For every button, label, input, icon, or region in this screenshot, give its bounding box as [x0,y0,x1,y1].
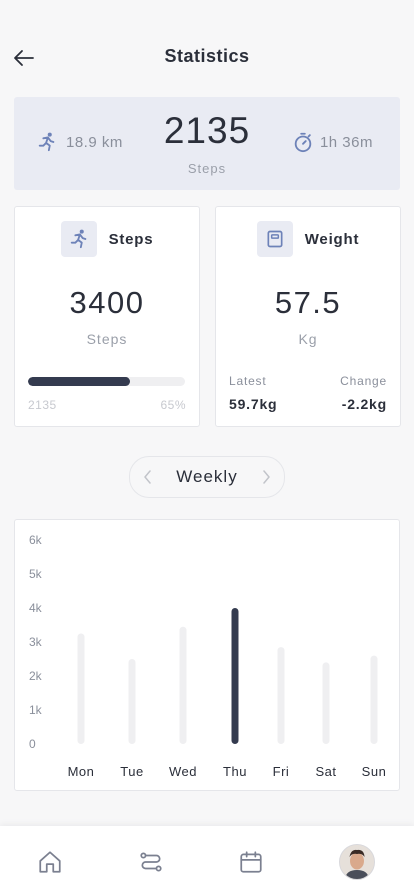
scale-icon [267,230,283,248]
tab-calendar[interactable] [231,842,271,882]
summary-steps-label: Steps [187,161,227,176]
avatar [339,844,375,880]
weekly-steps-chart-card: 0 1k 2k 3k 4k 5k 6k Mon Tue Wed Thu Fri Sat Sun [14,519,400,791]
x-tick-label: Sat [315,764,336,779]
y-tick-label: 0 [29,737,36,751]
tab-routes[interactable] [131,842,171,882]
progress-current: 2135 [28,398,57,412]
chart-bar-wed[interactable] [179,626,187,744]
chevron-right-icon [263,470,270,484]
period-selector: Weekly [129,456,285,498]
weight-card-title: Weight [304,230,360,248]
weekly-steps-chart: 0 1k 2k 3k 4k 5k 6k Mon Tue Wed Thu Fri Sat Sun [29,533,387,779]
weight-card-header: Weight [216,221,400,257]
chart-bar-thu[interactable] [231,608,239,744]
stopwatch-icon [294,132,312,153]
steps-card-header: Steps [15,221,199,257]
y-tick-label: 6k [29,533,43,547]
chart-bar-fri[interactable] [277,647,285,744]
steps-progress-bar [28,377,185,386]
page-title: Statistics [164,46,250,66]
x-tick-label: Tue [120,764,143,779]
x-tick-label: Mon [68,764,95,779]
weight-unit: Kg [298,331,318,347]
tab-home[interactable] [30,842,70,882]
tab-profile[interactable] [337,842,377,882]
route-icon [140,852,162,872]
duration-value: 1h 36m [319,133,373,151]
latest-label: Latest [229,374,267,388]
calendar-icon [240,851,262,873]
duration-stat: 1h 36m [292,131,373,153]
steps-card-title: Steps [108,230,154,248]
steps-card[interactable]: Steps 3400 Steps 2135 65% [14,206,200,427]
weight-card[interactable]: Weight 57.5 Kg Latest Change 59.7kg -2.2… [215,206,401,427]
chart-bar-tue[interactable] [128,659,136,744]
runner-icon [70,229,86,249]
change-value: -2.2kg [341,396,387,412]
steps-unit: Steps [86,331,128,347]
y-tick-label: 2k [29,669,43,683]
period-next-button[interactable] [254,465,278,489]
x-tick-label: Thu [223,764,247,779]
bottom-tab-bar [0,826,414,896]
chart-bar-sat[interactable] [322,662,330,744]
y-tick-label: 5k [29,567,43,581]
weight-value: 57.5 [274,285,342,320]
x-tick-label: Fri [273,764,290,779]
steps-goal-value: 3400 [69,285,145,320]
avatar-image [340,845,374,879]
home-icon [39,851,61,873]
chart-bar-sun[interactable] [370,655,378,744]
x-tick-label: Wed [169,764,197,779]
y-tick-label: 3k [29,635,43,649]
y-tick-label: 4k [29,601,43,615]
x-tick-label: Sun [362,764,387,779]
summary-card: 18.9 km 2135 Steps 1h 36m [14,97,400,190]
change-label: Change [340,374,387,388]
y-tick-label: 1k [29,703,43,717]
weight-icon-box [256,221,293,257]
progress-percent: 65% [160,398,186,412]
steps-progress-fill [28,377,131,386]
latest-value: 59.7kg [229,396,278,412]
chart-bar-mon[interactable] [77,633,85,745]
steps-icon-box [60,221,97,257]
